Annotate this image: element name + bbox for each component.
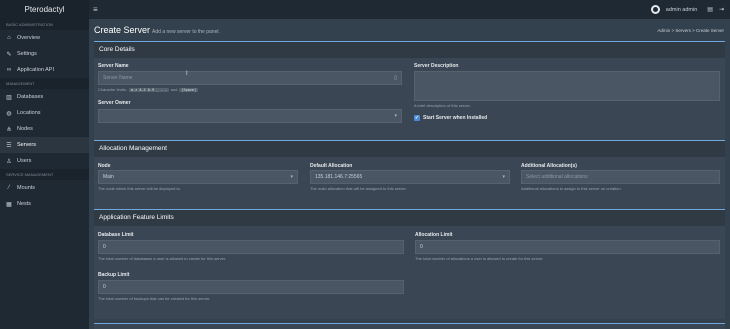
sitemap-icon: ⋔: [6, 126, 12, 133]
home-icon: ⌂: [7, 35, 11, 41]
node-label: Node: [98, 163, 111, 169]
page-title: Create Server Add a new server to the pan…: [94, 25, 220, 35]
breadcrumb-servers[interactable]: Servers: [675, 28, 691, 33]
backup-limit-help: The total number of backups that can be …: [98, 296, 211, 301]
server-owner-label: Server Owner: [98, 100, 131, 106]
start-when-installed[interactable]: ✓ Start Server when Installed: [414, 115, 487, 121]
sidebar-item-locations[interactable]: ◍ Locations: [0, 105, 89, 121]
start-when-installed-label: Start Server when Installed: [423, 115, 488, 121]
text-cursor-icon: I: [186, 71, 188, 77]
breadcrumb: Admin > Servers > Create Server: [657, 28, 724, 33]
start-when-installed-checkbox[interactable]: ✓: [414, 115, 420, 121]
sidebar-item-label: Mounts: [17, 185, 36, 191]
sidebar-item-servers[interactable]: ☰ Servers: [0, 137, 89, 153]
database-limit-label: Database Limit: [98, 232, 134, 238]
server-description-label: Server Description: [414, 63, 459, 69]
next-panel: [94, 323, 725, 329]
default-allocation-help: The main allocation that will be assigne…: [310, 186, 407, 191]
char-limits-help: Character limits: a-z A-Z 0-9 _ - . and …: [98, 87, 199, 92]
sidebar-item-label: Nodes: [17, 126, 33, 132]
user-name[interactable]: admin admin: [666, 7, 698, 13]
th-large-icon: ▦: [6, 201, 12, 208]
clipboard-icon: ▯: [394, 75, 397, 81]
sidebar-header-service: SERVICE MANAGEMENT: [0, 169, 89, 180]
server-view-icon[interactable]: ▤: [707, 6, 713, 13]
menu-toggle-icon[interactable]: ≡: [93, 5, 98, 14]
database-limit-input[interactable]: 0: [98, 240, 404, 254]
main-content: Create Server Add a new server to the pan…: [89, 19, 730, 329]
node-help: The node which this server will be deplo…: [98, 186, 181, 191]
server-owner-select[interactable]: ▾: [98, 109, 402, 123]
sidebar-item-mounts[interactable]: ⁄ Mounts: [0, 180, 89, 196]
logout-icon[interactable]: ⇥: [719, 6, 724, 13]
user-area: admin admin ▤ ⇥: [650, 3, 724, 16]
sidebar-item-users[interactable]: ♙ Users: [0, 153, 89, 169]
magic-icon: ⁄: [8, 185, 10, 191]
sidebar-item-overview[interactable]: ⌂ Overview: [0, 30, 89, 46]
wrench-icon: ✎: [6, 51, 12, 58]
node-select[interactable]: Main ▾: [98, 170, 298, 184]
server-name-label: Server Name: [98, 63, 129, 69]
additional-allocations-select[interactable]: Select additional allocations: [521, 170, 720, 184]
sidebar-item-settings[interactable]: ✎ Settings: [0, 46, 89, 62]
sidebar-item-label: Locations: [17, 110, 41, 116]
default-allocation-label: Default Allocation: [310, 163, 353, 169]
sidebar: BASIC ADMINISTRATION ⌂ Overview ✎ Settings…: [0, 19, 89, 329]
sidebar-item-application-api[interactable]: ∞ Application API: [0, 62, 89, 78]
server-icon: ☰: [6, 142, 12, 149]
users-icon: ♙: [6, 158, 12, 165]
chevron-down-icon: ▾: [290, 174, 293, 180]
server-description-textarea[interactable]: [414, 71, 720, 101]
page-subtitle: Add a new server to the panel.: [152, 29, 220, 35]
sidebar-header-management: MANAGEMENT: [0, 78, 89, 89]
feature-limits-panel: Application Feature Limits Database Limi…: [94, 209, 725, 319]
database-limit-help: The total number of databases a user is …: [98, 256, 227, 261]
sidebar-item-label: Application API: [17, 67, 54, 73]
allocation-limit-input[interactable]: 0: [415, 240, 720, 254]
sidebar-item-label: Databases: [17, 94, 44, 100]
allocation-panel: Allocation Management Node Main ▾ The nod…: [94, 140, 725, 212]
sidebar-item-nests[interactable]: ▦ Nests: [0, 196, 89, 212]
top-navbar: Pterodactyl ≡ admin admin ▤ ⇥: [0, 0, 730, 19]
panel-title: Allocation Management: [94, 141, 725, 157]
sidebar-header-basic: BASIC ADMINISTRATION: [0, 19, 89, 30]
chevron-down-icon: ▾: [502, 174, 505, 180]
chevron-down-icon: ▾: [394, 113, 397, 119]
sidebar-item-label: Settings: [17, 51, 37, 57]
panel-title: Application Feature Limits: [94, 210, 725, 226]
sidebar-item-label: Users: [17, 158, 32, 164]
sidebar-item-label: Overview: [17, 35, 40, 41]
backup-limit-input[interactable]: 0: [98, 280, 404, 294]
allocation-limit-help: The total number of allocations a user i…: [415, 256, 544, 261]
sidebar-item-nodes[interactable]: ⋔ Nodes: [0, 121, 89, 137]
server-name-input[interactable]: Server Name ▯: [98, 71, 402, 85]
avatar[interactable]: [650, 5, 660, 14]
breadcrumb-current: Create Server: [695, 28, 724, 33]
core-details-panel: Core Details Server Name Server Name ▯ I …: [94, 41, 725, 153]
sidebar-item-label: Servers: [17, 142, 36, 148]
sidebar-item-databases[interactable]: ▥ Databases: [0, 89, 89, 105]
additional-allocations-help: Additional allocations to assign to this…: [521, 186, 622, 191]
server-description-help: A brief description of this server.: [414, 103, 471, 108]
allocation-limit-label: Allocation Limit: [415, 232, 453, 238]
panel-title: Core Details: [94, 42, 725, 58]
sidebar-item-label: Nests: [17, 201, 32, 207]
additional-allocations-label: Additional Allocation(s): [521, 163, 577, 169]
link-icon: ∞: [6, 67, 12, 73]
brand-logo[interactable]: Pterodactyl: [0, 0, 89, 19]
globe-icon: ◍: [6, 110, 12, 117]
default-allocation-select[interactable]: 135.181.146.7:25565 ▾: [310, 170, 510, 184]
database-icon: ▥: [6, 94, 12, 101]
breadcrumb-admin[interactable]: Admin: [657, 28, 670, 33]
backup-limit-label: Backup Limit: [98, 272, 130, 278]
